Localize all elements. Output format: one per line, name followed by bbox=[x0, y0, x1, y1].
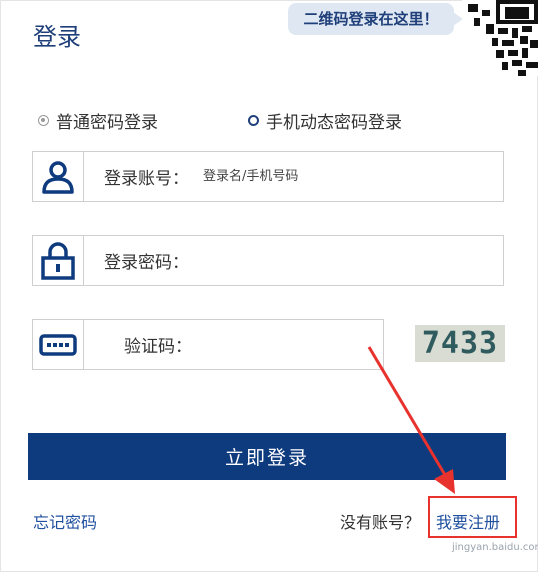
annotation-arrow-icon bbox=[367, 346, 455, 494]
watermark-text: jingyan.baidu.com bbox=[452, 542, 538, 553]
